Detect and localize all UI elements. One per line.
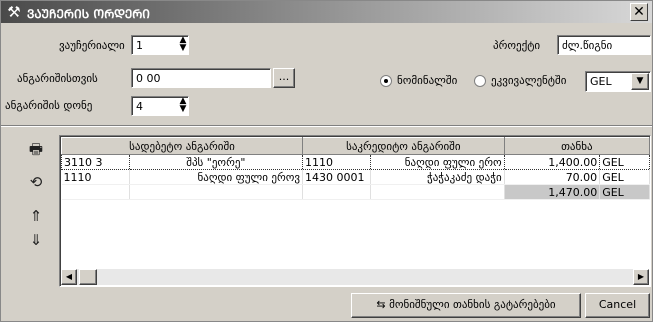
- table-row[interactable]: 1110 ნაღდი ფული ეროვ 1430 0001 ჭაჭაკაძე …: [61, 169, 650, 185]
- print-icon[interactable]: 🖶: [25, 138, 47, 160]
- chevron-down-icon[interactable]: ▼: [631, 73, 649, 90]
- divider: [1, 125, 652, 127]
- scroll-left-icon[interactable]: ◀: [61, 269, 77, 285]
- table-row[interactable]: 3110 3 შპს "ეორე" 1110 ნაღდი ფული ერო 1,…: [61, 154, 650, 170]
- voucher-order-window: ⚒ ᲕᲐᲣᲩᲔᲠᲘᲡ ᲝᲠᲓᲔᲠᲘ ✕ ვაუჩერიალი 1 ▲ ▼ პროე…: [0, 0, 653, 322]
- voucher-label: ვაუჩერიალი: [59, 39, 125, 52]
- title-bar: ⚒ ᲕᲐᲣᲩᲔᲠᲘᲡ ᲝᲠᲓᲔᲠᲘ ✕: [1, 1, 652, 23]
- move-up-icon[interactable]: ⇑: [25, 205, 47, 227]
- column-credit-header[interactable]: საკრედიტო ანგარიში: [302, 137, 505, 155]
- radio-equivalent-label: ეკვივალენტში: [491, 74, 567, 87]
- refresh-icon[interactable]: ⟲: [25, 171, 47, 193]
- window-title: ᲕᲐᲣᲩᲔᲠᲘᲡ ᲝᲠᲓᲔᲠᲘ: [27, 7, 150, 21]
- browse-button[interactable]: ...: [273, 68, 295, 88]
- accounts-input[interactable]: 0 00: [131, 68, 271, 88]
- column-debit-header[interactable]: სადებეტო ანგარიში: [60, 137, 304, 155]
- accounts-label: ანგარიშისთვის: [17, 72, 98, 85]
- entries-table[interactable]: სადებეტო ანგარიში საკრედიტო ანგარიში თან…: [59, 135, 651, 287]
- currency-cell: GEL: [599, 169, 650, 185]
- debit-name-cell: ნაღდი ფული ეროვ: [129, 169, 304, 185]
- post-selected-amount-label: მონიშნული თანხის გატარებები: [389, 298, 556, 311]
- amount-cell: 1,400.00: [503, 154, 601, 170]
- cancel-button[interactable]: Cancel: [585, 293, 650, 318]
- project-label: პროექტი: [493, 39, 541, 52]
- column-amount-header[interactable]: თანხა: [503, 137, 650, 155]
- scroll-thumb[interactable]: [79, 269, 97, 285]
- post-selected-amount-button[interactable]: ⇆ მონიშნული თანხის გატარებები: [351, 293, 581, 318]
- credit-code-cell: 1430 0001: [302, 169, 371, 185]
- voucher-spin-icon[interactable]: ▲ ▼: [176, 36, 190, 54]
- credit-code-cell: 1110: [302, 154, 371, 170]
- total-amount-cell: 1,470.00: [504, 184, 601, 200]
- table-header: სადებეტო ანგარიში საკრედიტო ანგარიში თან…: [60, 137, 650, 155]
- move-down-icon[interactable]: ⇓: [25, 229, 47, 251]
- currency-value: GEL: [590, 75, 612, 88]
- close-button[interactable]: ✕: [630, 3, 648, 21]
- radio-nominal-label: ნომინალში: [397, 74, 458, 87]
- total-currency-cell: GEL: [599, 184, 650, 200]
- account-level-label: ანგარიშის დონე: [5, 99, 93, 112]
- radio-nominal[interactable]: [380, 75, 392, 87]
- debit-code-cell: 3110 3: [61, 154, 130, 170]
- amount-cell: 70.00: [504, 169, 601, 185]
- debit-name-cell: შპს "ეორე": [128, 154, 304, 170]
- currency-cell: GEL: [599, 154, 650, 170]
- credit-name-cell: ჭაჭაკაძე დაჭი: [370, 169, 505, 185]
- account-level-spin-icon[interactable]: ▲ ▼: [176, 97, 190, 115]
- debit-code-cell: 1110: [61, 169, 130, 185]
- transfer-icon: ⇆: [376, 298, 390, 311]
- credit-name-cell: ნაღდი ფული ერო: [369, 154, 505, 170]
- app-icon: ⚒: [7, 3, 21, 21]
- horizontal-scrollbar[interactable]: ◀ ▶: [61, 269, 649, 285]
- total-row: 1,470.00 GEL: [61, 184, 650, 200]
- scroll-right-icon[interactable]: ▶: [633, 269, 649, 285]
- radio-equivalent[interactable]: [474, 75, 486, 87]
- project-input[interactable]: ძლ.წიგნი: [557, 35, 651, 55]
